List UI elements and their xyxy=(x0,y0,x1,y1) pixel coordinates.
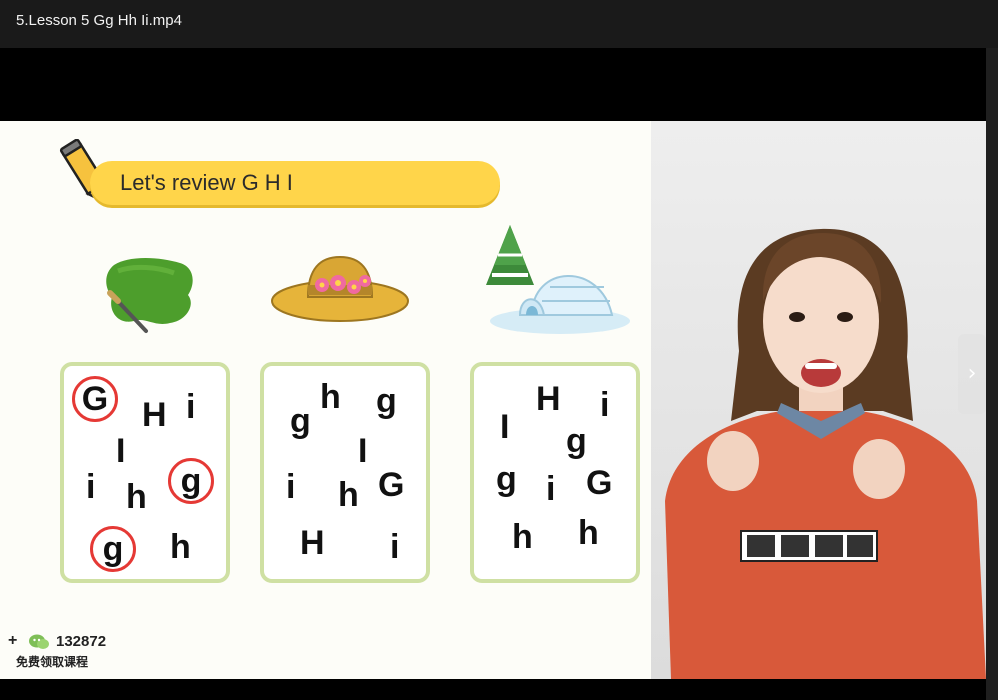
letter: i xyxy=(600,386,610,424)
promo-text: 免费领取课程 xyxy=(16,655,89,669)
straw-hat-icon xyxy=(271,255,409,322)
letter: i xyxy=(86,468,96,506)
wechat-icon xyxy=(29,634,49,649)
letter: h xyxy=(512,518,533,556)
letter: g xyxy=(376,382,397,420)
letter: h xyxy=(126,478,147,516)
letter: I xyxy=(500,408,510,446)
letter: h xyxy=(170,528,191,566)
letter: G xyxy=(378,466,405,504)
letter: h xyxy=(320,378,341,416)
letter: H xyxy=(300,524,325,562)
letter: g xyxy=(496,460,517,498)
letter-circled[interactable]: G xyxy=(72,376,118,422)
letter-box-3: I H i g g i G h h xyxy=(470,362,640,583)
paint-blob-icon xyxy=(106,258,193,333)
letter: g xyxy=(566,422,587,460)
letter: G xyxy=(586,464,613,502)
video-title: 5.Lesson 5 Gg Hh Ii.mp4 xyxy=(16,12,182,29)
letter: i xyxy=(186,388,196,426)
letter: I xyxy=(358,432,368,470)
video-frame: Let's review G H I G H i I i h g g h g h… xyxy=(0,121,986,679)
presenter-video xyxy=(651,121,986,679)
promo-id: 132872 xyxy=(56,633,107,650)
letter: i xyxy=(390,528,400,566)
letter-box-1: G H i I i h g g h xyxy=(60,362,230,583)
letter-circled[interactable]: g xyxy=(168,458,214,504)
scrollbar[interactable] xyxy=(986,48,998,700)
igloo-icon xyxy=(486,225,630,334)
letter: h xyxy=(578,514,599,552)
letter: I xyxy=(116,432,126,470)
letter: i xyxy=(286,468,296,506)
presenter-figure xyxy=(665,228,986,679)
letter: h xyxy=(338,476,359,514)
title-bar: 5.Lesson 5 Gg Hh Ii.mp4 xyxy=(0,0,998,48)
letter: i xyxy=(546,470,556,508)
letter: H xyxy=(142,396,167,434)
letter: g xyxy=(290,402,311,440)
next-arrow-button[interactable]: › xyxy=(958,334,986,414)
letter: H xyxy=(536,380,561,418)
banner-title: Let's review G H I xyxy=(120,170,293,195)
letter-circled[interactable]: g xyxy=(90,526,136,572)
letter-box-2: g h g I i h G H i xyxy=(260,362,430,583)
promo-plus: + xyxy=(8,632,18,649)
lesson-slide: Let's review G H I G H i I i h g g h g h… xyxy=(0,121,651,679)
